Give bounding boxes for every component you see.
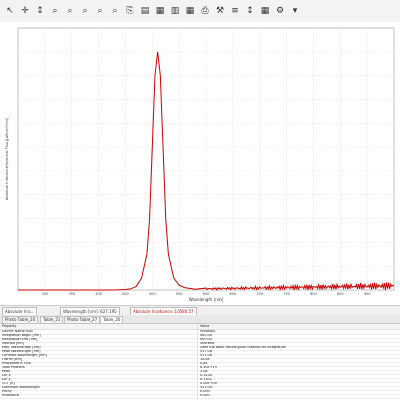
- x-tick-label: 850: [337, 292, 344, 296]
- tab-photo-table-27[interactable]: Photo Table_27: [64, 316, 101, 324]
- zoom-in-alt-icon[interactable]: ⌕: [64, 5, 76, 17]
- copy-icon[interactable]: ⎘: [124, 5, 136, 17]
- table-icon[interactable]: ▦: [184, 5, 196, 17]
- properties-table: Property Value Device Name USB HR4B881 Int…: [0, 324, 400, 400]
- x-tick-label: 750: [283, 292, 290, 296]
- zoom-out-icon[interactable]: ⌕: [79, 5, 91, 17]
- zoom-in-icon[interactable]: ⌕: [49, 5, 61, 17]
- table-row[interactable]: Irradiance 0.000: [0, 394, 400, 399]
- dropdown-icon[interactable]: ▾: [289, 5, 301, 17]
- zoom-reset-icon[interactable]: ⌕: [109, 5, 121, 17]
- scale-icon[interactable]: ↕: [244, 5, 256, 17]
- x-tick-label: 600: [203, 292, 210, 296]
- x-axis-label: Wavelength [nm]: [189, 297, 224, 302]
- grid-icon[interactable]: ▦: [259, 5, 271, 17]
- tab-photo-table-20[interactable]: Photo Table_20: [2, 316, 39, 324]
- tools-icon[interactable]: ⚒: [214, 5, 226, 17]
- value-cell: 0.000: [200, 394, 210, 397]
- main-toolbar: ↖ ✛ ↕ ⌕ ⌕ ⌕ ⌕ ⌕ ⎘ ▤ ▦ ▥ ▦ ⎙ ⚒ ≡ ↕ ▦ ⚙ ▾: [0, 0, 400, 23]
- tab-table-21[interactable]: Table_21: [40, 316, 64, 324]
- spectrum-plot[interactable]: 300 350 400 450 500 550 600 650 700 750 800 850 900 W…: [0, 22, 400, 305]
- x-tick-label: 300: [42, 292, 49, 296]
- x-tick-label: 450: [122, 292, 129, 296]
- cursor-icon[interactable]: ↕: [34, 5, 46, 17]
- x-tick-label: 900: [364, 292, 371, 296]
- header-property: Property: [2, 324, 17, 328]
- x-tick-label: 700: [256, 292, 263, 296]
- pointer-icon[interactable]: ↖: [4, 5, 16, 17]
- x-tick-label: 650: [230, 292, 237, 296]
- print-icon[interactable]: ⎙: [199, 5, 211, 17]
- y-axis-label: Absolute Irradiance/Spectral Flux [µW/cm…: [5, 117, 9, 200]
- tab-bar: Photo Table_20 Table_21 Photo Table_27 T…: [0, 315, 400, 324]
- zoom-fit-icon[interactable]: ⌕: [94, 5, 106, 17]
- move-icon[interactable]: ✛: [19, 5, 31, 17]
- property-cell: Irradiance: [2, 394, 20, 397]
- chart-icon[interactable]: ≡: [229, 5, 241, 17]
- settings-icon[interactable]: ⚙: [274, 5, 286, 17]
- x-tick-label: 500: [149, 292, 156, 296]
- chart-svg: 300 350 400 450 500 550 600 650 700 750 800 850 900 W…: [5, 27, 395, 302]
- tab-table-26[interactable]: Table_26: [100, 316, 124, 324]
- x-tick-label: 350: [68, 292, 75, 296]
- x-tick-label: 550: [176, 292, 183, 296]
- x-tick-label: 800: [310, 292, 317, 296]
- page-icon[interactable]: ▤: [139, 5, 151, 17]
- x-tick-label: 400: [95, 292, 102, 296]
- header-value: Value: [200, 324, 210, 328]
- save-icon[interactable]: ▦: [154, 5, 166, 17]
- export-icon[interactable]: ▥: [169, 5, 181, 17]
